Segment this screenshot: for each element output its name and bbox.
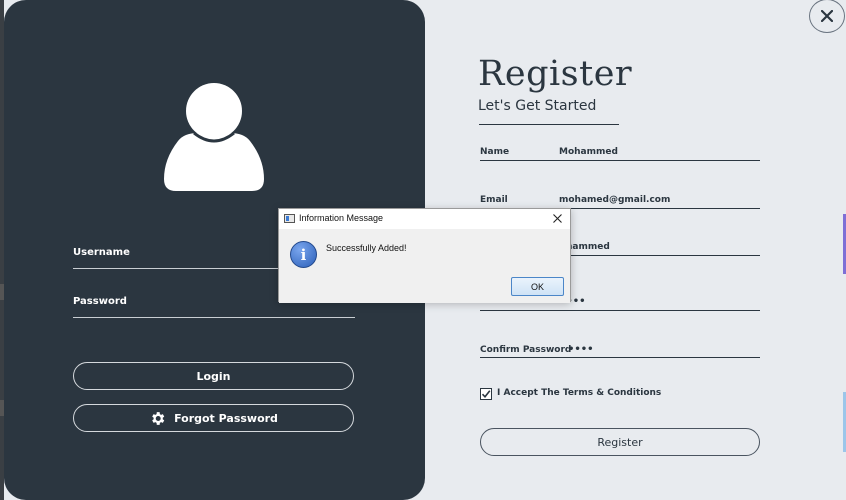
forgot-password-button[interactable]: Forgot Password xyxy=(73,404,354,432)
name-value: Mohammed xyxy=(559,147,618,157)
app-window: Username Password Login Forgot Password … xyxy=(0,0,846,500)
page-subtitle: Let's Get Started xyxy=(478,98,597,114)
terms-checkbox[interactable] xyxy=(480,388,492,400)
password-label: Password xyxy=(73,296,127,307)
info-icon: i xyxy=(290,241,317,268)
login-button[interactable]: Login xyxy=(73,362,354,390)
login-button-label: Login xyxy=(196,369,231,383)
forgot-password-label: Forgot Password xyxy=(174,411,278,425)
window-app-icon xyxy=(284,214,295,223)
ok-button-label: OK xyxy=(530,281,544,292)
register-password-input[interactable] xyxy=(480,310,760,311)
close-icon xyxy=(821,10,833,22)
page-title: Register xyxy=(478,54,633,94)
register-button[interactable]: Register xyxy=(480,428,760,456)
terms-label: I Accept The Terms & Conditions xyxy=(497,388,662,398)
dialog-title: Information Message xyxy=(299,213,384,223)
checkmark-icon xyxy=(481,390,491,399)
dialog-titlebar[interactable]: Information Message xyxy=(279,209,570,229)
ok-button[interactable]: OK xyxy=(511,277,564,296)
dialog-body: i Successfully Added! OK xyxy=(279,229,570,303)
name-label: Name xyxy=(480,147,510,157)
user-avatar-icon xyxy=(164,83,264,191)
username-value: hammed xyxy=(566,242,610,252)
dialog-close-button[interactable] xyxy=(550,211,564,225)
password-input[interactable] xyxy=(73,317,355,318)
email-label: Email xyxy=(480,195,508,205)
username-label: Username xyxy=(73,247,130,258)
email-value: mohamed@gmail.com xyxy=(559,195,671,205)
dialog-message: Successfully Added! xyxy=(326,243,407,253)
close-button[interactable] xyxy=(809,0,845,33)
register-button-label: Register xyxy=(597,435,643,449)
confirm-password-input[interactable] xyxy=(480,357,760,358)
name-input[interactable] xyxy=(480,160,760,161)
confirm-password-value: •••• xyxy=(568,344,594,355)
subtitle-underline xyxy=(479,124,619,125)
gear-icon xyxy=(152,411,165,425)
close-icon xyxy=(552,213,562,223)
confirm-password-label: Confirm Password xyxy=(480,345,572,355)
information-dialog: Information Message i Successfully Added… xyxy=(278,208,571,303)
